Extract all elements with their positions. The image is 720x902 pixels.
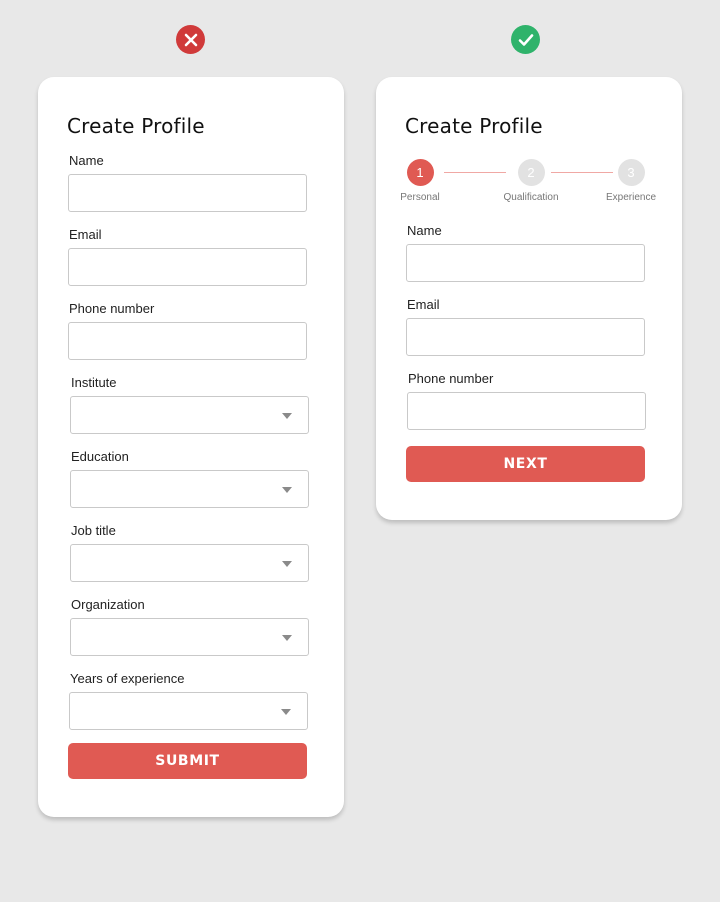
field-label: Job title	[71, 523, 116, 538]
email-input[interactable]	[68, 248, 307, 286]
good-example-badge	[511, 25, 540, 54]
field-label: Education	[71, 449, 129, 464]
name-input[interactable]	[68, 174, 307, 212]
stepper-form-card: Create Profile 1 Personal 2 Qualificatio…	[376, 77, 682, 520]
experience-select[interactable]	[69, 692, 308, 730]
organization-select[interactable]	[70, 618, 309, 656]
bad-example-badge	[176, 25, 205, 54]
job-title-field: Job title	[70, 523, 310, 582]
name-input[interactable]	[406, 244, 645, 282]
chevron-down-icon	[282, 487, 292, 493]
step-number: 2	[517, 159, 545, 186]
field-label: Institute	[71, 375, 117, 390]
next-button[interactable]: NEXT	[406, 446, 645, 482]
name-field: Name	[406, 223, 646, 282]
phone-input[interactable]	[68, 322, 307, 360]
field-label: Years of experience	[70, 671, 185, 686]
chevron-down-icon	[282, 561, 292, 567]
form-title: Create Profile	[405, 114, 543, 138]
name-input-control[interactable]	[407, 245, 644, 281]
field-label: Phone number	[408, 371, 494, 386]
phone-field: Phone number	[407, 371, 647, 430]
field-label: Name	[407, 223, 442, 238]
email-input-control[interactable]	[69, 249, 306, 285]
experience-field: Years of experience	[69, 671, 309, 730]
institute-field: Institute	[70, 375, 310, 434]
phone-input-control[interactable]	[408, 393, 645, 429]
field-label: Name	[69, 153, 104, 168]
step-qualification[interactable]: 2 Qualification	[491, 159, 571, 203]
email-field: Email	[68, 227, 308, 286]
field-label: Phone number	[69, 301, 155, 316]
education-select[interactable]	[70, 470, 309, 508]
long-form-card: Create Profile Name Email Phone number I…	[38, 77, 344, 817]
close-icon	[184, 33, 197, 46]
field-label: Email	[407, 297, 440, 312]
phone-input[interactable]	[407, 392, 646, 430]
name-field: Name	[68, 153, 308, 212]
submit-button[interactable]: SUBMIT	[68, 743, 307, 779]
phone-input-control[interactable]	[69, 323, 306, 359]
step-number: 3	[617, 159, 645, 186]
field-label: Organization	[71, 597, 145, 612]
email-field: Email	[406, 297, 646, 356]
email-input[interactable]	[406, 318, 645, 356]
step-number: 1	[406, 159, 434, 186]
chevron-down-icon	[281, 709, 291, 715]
chevron-down-icon	[282, 635, 292, 641]
chevron-down-icon	[282, 413, 292, 419]
step-label: Qualification	[503, 192, 559, 203]
step-label: Experience	[605, 192, 657, 203]
name-input-control[interactable]	[69, 175, 306, 211]
step-personal[interactable]: 1 Personal	[380, 159, 460, 203]
job-title-select[interactable]	[70, 544, 309, 582]
form-title: Create Profile	[67, 114, 205, 138]
email-input-control[interactable]	[407, 319, 644, 355]
step-experience[interactable]: 3 Experience	[591, 159, 671, 203]
education-field: Education	[70, 449, 310, 508]
step-label: Personal	[400, 192, 440, 203]
organization-field: Organization	[70, 597, 310, 656]
institute-select[interactable]	[70, 396, 309, 434]
check-icon	[518, 33, 533, 46]
field-label: Email	[69, 227, 102, 242]
phone-field: Phone number	[68, 301, 308, 360]
